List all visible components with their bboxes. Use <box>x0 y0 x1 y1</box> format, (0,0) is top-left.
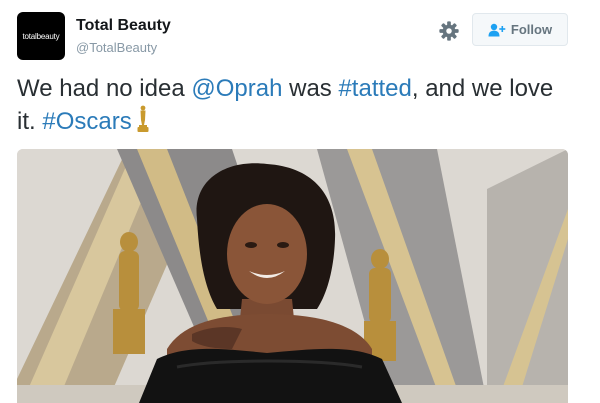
tweet-text-part: We had no idea <box>17 75 192 102</box>
oscar-trophy-icon <box>137 105 149 132</box>
tweet-text-part: was <box>282 75 339 102</box>
hashtag-link[interactable]: #tatted <box>338 75 411 102</box>
mention-link[interactable]: @Oprah <box>191 75 282 102</box>
account-name[interactable]: Total Beauty <box>76 17 171 35</box>
avatar[interactable]: totalbeauty <box>17 12 65 60</box>
tweet-photo[interactable] <box>17 149 568 403</box>
tweet-text: We had no idea @Oprah was #tatted, and w… <box>17 72 577 138</box>
add-user-icon <box>488 23 506 36</box>
photo-illustration <box>17 149 568 403</box>
account-handle[interactable]: @TotalBeauty <box>76 40 157 55</box>
gear-icon[interactable] <box>438 20 460 42</box>
follow-button[interactable]: Follow <box>472 13 568 46</box>
hashtag-link[interactable]: #Oscars <box>42 108 131 135</box>
follow-label: Follow <box>510 22 553 37</box>
avatar-logo-text: totalbeauty <box>22 31 60 41</box>
